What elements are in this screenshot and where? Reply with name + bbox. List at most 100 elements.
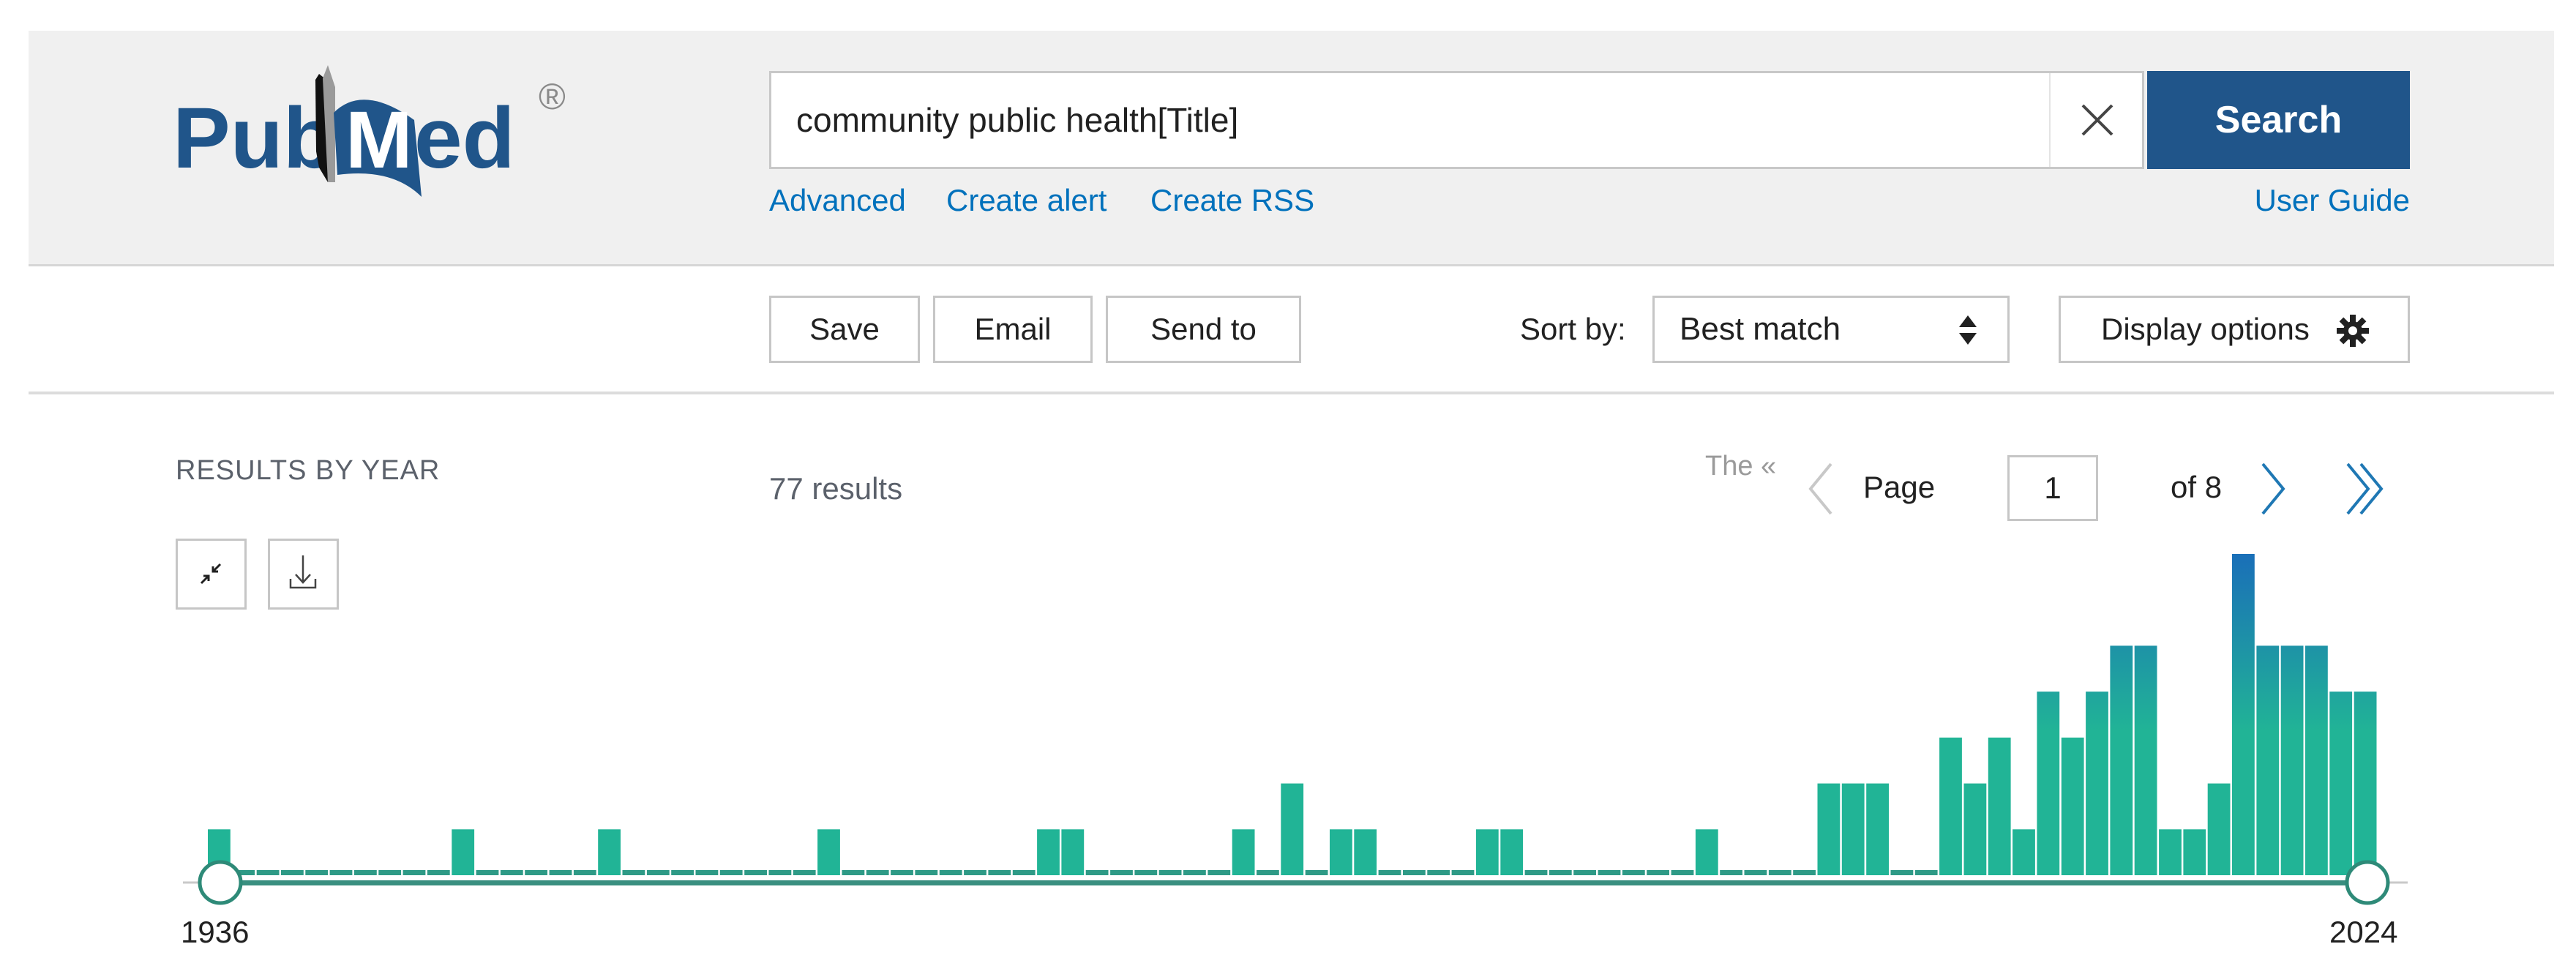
create-rss-link[interactable]: Create RSS — [1150, 181, 1314, 220]
bar-2015[interactable] — [2134, 645, 2157, 875]
bar-2004[interactable] — [1866, 783, 1889, 875]
bar-1961[interactable] — [817, 829, 840, 875]
bar-1985[interactable] — [1403, 870, 1426, 875]
bar-1994[interactable] — [1622, 870, 1645, 875]
bar-2017[interactable] — [2183, 829, 2206, 875]
bar-1956[interactable] — [695, 870, 719, 875]
first-page-button[interactable]: The « — [1705, 451, 1776, 482]
bar-1941[interactable] — [329, 870, 353, 875]
bar-2021[interactable] — [2280, 645, 2304, 875]
bar-2005[interactable] — [1890, 870, 1914, 875]
bar-1943[interactable] — [378, 870, 402, 875]
next-page-button[interactable] — [2257, 461, 2291, 520]
bar-1960[interactable] — [793, 870, 816, 875]
bar-1980[interactable] — [1281, 783, 1304, 875]
save-button[interactable]: Save — [769, 296, 920, 363]
bar-1963[interactable] — [866, 870, 889, 875]
bar-2010[interactable] — [2012, 829, 2035, 875]
bar-1997[interactable] — [1695, 829, 1718, 875]
bar-2022[interactable] — [2305, 645, 2328, 875]
bar-1992[interactable] — [1573, 870, 1596, 875]
bar-2000[interactable] — [1768, 870, 1791, 875]
bar-1938[interactable] — [256, 870, 280, 875]
bar-1953[interactable] — [622, 870, 645, 875]
bar-1947[interactable] — [476, 870, 499, 875]
bar-1993[interactable] — [1598, 870, 1621, 875]
user-guide-link[interactable]: User Guide — [2166, 181, 2410, 220]
sort-select[interactable]: Best match — [1652, 296, 2010, 363]
bar-1958[interactable] — [744, 870, 767, 875]
bar-1975[interactable] — [1158, 870, 1182, 875]
bar-1999[interactable] — [1744, 870, 1767, 875]
bar-2016[interactable] — [2159, 829, 2182, 875]
create-alert-link[interactable]: Create alert — [946, 181, 1107, 220]
results-by-year-chart[interactable]: 1936 2024 — [0, 512, 2576, 974]
bar-1939[interactable] — [281, 870, 304, 875]
bar-1981[interactable] — [1305, 870, 1328, 875]
bar-1969[interactable] — [1012, 870, 1036, 875]
range-end-handle[interactable] — [2345, 860, 2390, 905]
bar-1954[interactable] — [646, 870, 670, 875]
bar-1973[interactable] — [1110, 870, 1133, 875]
bar-1978[interactable] — [1232, 829, 1255, 875]
prev-page-button[interactable] — [1803, 461, 1837, 520]
bar-2009[interactable] — [1988, 737, 2011, 875]
search-input-value[interactable]: community public health[Title] — [796, 71, 1238, 169]
page-number-input[interactable]: 1 — [2007, 455, 2098, 521]
display-options-button[interactable]: Display options — [2059, 296, 2410, 363]
bar-1946[interactable] — [452, 829, 475, 875]
pubmed-logo[interactable]: Pub M ed ® — [173, 58, 597, 197]
bar-2020[interactable] — [2256, 645, 2280, 875]
bar-1962[interactable] — [842, 870, 865, 875]
bar-2007[interactable] — [1939, 737, 1962, 875]
bar-1979[interactable] — [1257, 870, 1279, 875]
bar-2006[interactable] — [1914, 870, 1938, 875]
bar-1986[interactable] — [1427, 870, 1450, 875]
bar-1965[interactable] — [915, 870, 938, 875]
bar-2024[interactable] — [2354, 692, 2377, 875]
bar-1966[interactable] — [939, 870, 962, 875]
range-start-handle[interactable] — [198, 860, 243, 905]
bar-1968[interactable] — [988, 870, 1011, 875]
bar-1976[interactable] — [1183, 870, 1206, 875]
bar-1995[interactable] — [1647, 870, 1669, 875]
bar-1955[interactable] — [671, 870, 694, 875]
bar-1952[interactable] — [598, 829, 621, 875]
bar-1991[interactable] — [1549, 870, 1572, 875]
bar-1977[interactable] — [1208, 870, 1231, 875]
bar-1957[interactable] — [719, 870, 743, 875]
bar-2013[interactable] — [2086, 692, 2108, 875]
bar-1949[interactable] — [525, 870, 547, 875]
bar-1944[interactable] — [402, 870, 426, 875]
bar-2012[interactable] — [2061, 737, 2084, 875]
bar-1964[interactable] — [891, 870, 913, 875]
bar-2023[interactable] — [2329, 692, 2353, 875]
bar-1996[interactable] — [1671, 870, 1694, 875]
bar-1998[interactable] — [1720, 870, 1742, 875]
bar-1970[interactable] — [1037, 829, 1060, 875]
bar-1971[interactable] — [1061, 829, 1085, 875]
bar-1942[interactable] — [354, 870, 377, 875]
bar-2014[interactable] — [2110, 645, 2133, 875]
email-button[interactable]: Email — [933, 296, 1093, 363]
send-to-button[interactable]: Send to — [1106, 296, 1301, 363]
bar-1989[interactable] — [1500, 829, 1524, 875]
bar-2001[interactable] — [1793, 870, 1816, 875]
bar-1974[interactable] — [1134, 870, 1158, 875]
bar-1988[interactable] — [1475, 829, 1499, 875]
bar-1948[interactable] — [500, 870, 523, 875]
clear-search-button[interactable] — [2049, 73, 2143, 167]
bar-1951[interactable] — [573, 870, 596, 875]
bar-1945[interactable] — [427, 870, 450, 875]
bar-1987[interactable] — [1451, 870, 1475, 875]
bar-1940[interactable] — [305, 870, 329, 875]
bar-1959[interactable] — [768, 870, 792, 875]
bar-2018[interactable] — [2207, 783, 2231, 875]
last-page-button[interactable] — [2342, 461, 2393, 520]
bar-2003[interactable] — [1841, 783, 1865, 875]
advanced-search-link[interactable]: Advanced — [769, 181, 906, 220]
search-button[interactable]: Search — [2147, 71, 2410, 169]
bar-1972[interactable] — [1085, 870, 1109, 875]
bar-2002[interactable] — [1817, 783, 1841, 875]
bar-1983[interactable] — [1354, 829, 1377, 875]
